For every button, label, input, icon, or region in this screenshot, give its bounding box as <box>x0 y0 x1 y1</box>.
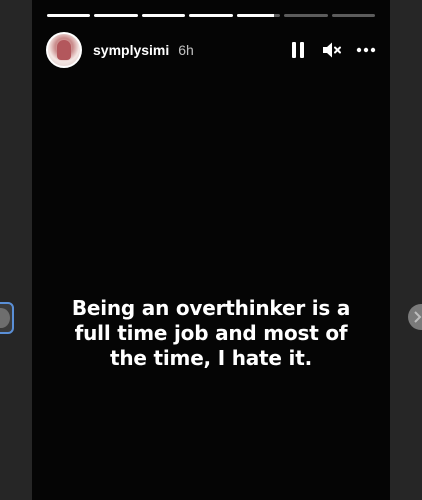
next-story-button[interactable] <box>408 304 422 330</box>
progress-segment <box>284 14 328 17</box>
username[interactable]: symplysimi <box>93 42 169 58</box>
progress-segment <box>94 14 138 17</box>
story-caption: Being an overthinker is a full time job … <box>32 296 390 371</box>
post-time: 6h <box>178 42 194 58</box>
story-viewer: symplysimi 6h Being an overthinker is a … <box>0 0 422 500</box>
story-header: symplysimi 6h <box>46 30 376 70</box>
progress-segment <box>189 14 233 17</box>
progress-segment <box>141 14 186 17</box>
progress-segment <box>331 14 375 17</box>
more-options-button[interactable] <box>356 40 376 60</box>
avatar[interactable] <box>46 32 82 68</box>
pause-icon <box>292 42 304 58</box>
muted-speaker-icon <box>323 42 341 58</box>
story-controls <box>288 30 376 70</box>
mute-button[interactable] <box>322 40 342 60</box>
caption-line: the time, I hate it. <box>110 346 312 370</box>
pause-button[interactable] <box>288 40 308 60</box>
caption-line: Being an overthinker is a <box>71 296 351 320</box>
story-progress-bar <box>47 14 375 17</box>
progress-segment <box>47 14 91 17</box>
caption-line: full time job and most of <box>74 321 348 345</box>
progress-segment <box>236 14 281 17</box>
progress-segment-fill <box>189 14 233 17</box>
previous-story-button[interactable] <box>0 302 14 334</box>
previous-story-icon <box>0 308 10 328</box>
progress-segment-fill <box>47 14 91 17</box>
chevron-right-icon <box>414 311 422 323</box>
progress-segment-fill <box>94 14 138 17</box>
progress-segment-fill <box>236 14 274 17</box>
more-dots-icon <box>356 47 376 53</box>
story-frame[interactable]: symplysimi 6h Being an overthinker is a … <box>32 0 390 500</box>
avatar-figure <box>57 40 71 60</box>
progress-segment-fill <box>141 14 186 17</box>
